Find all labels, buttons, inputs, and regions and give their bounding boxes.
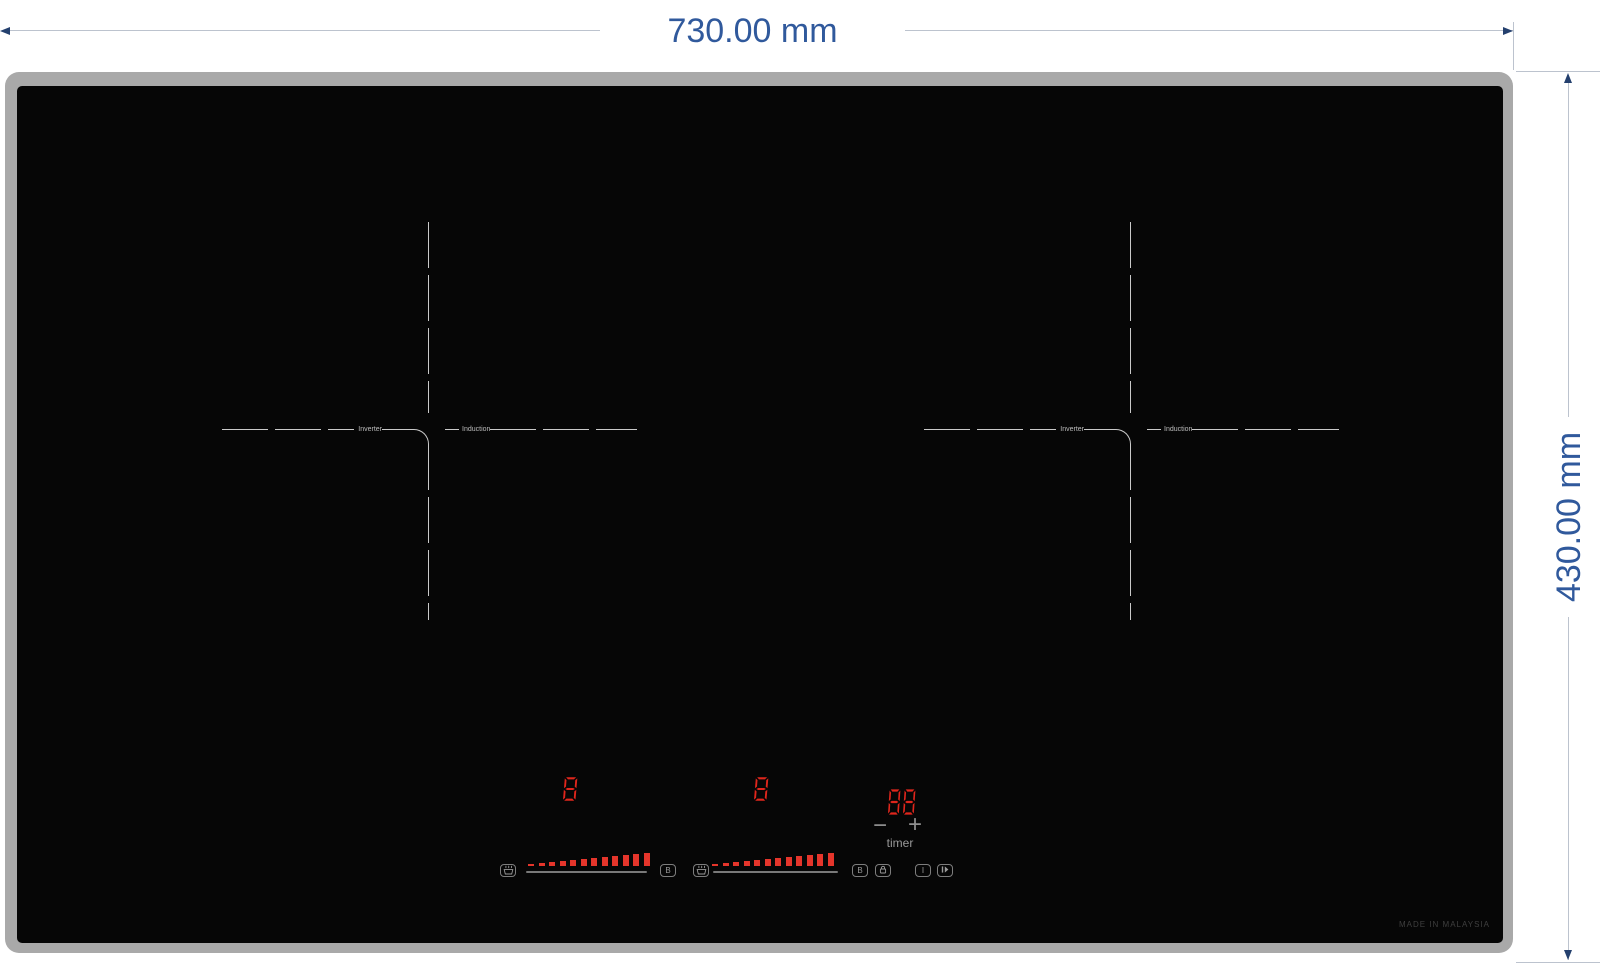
timer-plus-button[interactable]: +	[908, 813, 922, 837]
pot-icon	[696, 865, 707, 877]
power-label: I	[921, 865, 925, 875]
boost-label: B	[665, 865, 671, 875]
zone-cross-line	[1147, 429, 1161, 430]
height-dim-extension-top	[1516, 71, 1600, 72]
zone-cross-right-arm	[490, 429, 637, 430]
power-bar-segment	[764, 859, 771, 866]
boost-label: B	[857, 865, 863, 875]
power-bar-segment	[827, 853, 834, 866]
zone-cross-right-arm	[1192, 429, 1339, 430]
right-zone-power-bars	[712, 852, 834, 866]
left-zone-power-bars	[528, 852, 650, 866]
zone-cross-left-arm	[222, 429, 354, 430]
power-bar-segment	[796, 856, 802, 866]
zone-cross-bottom-arm	[1130, 444, 1131, 620]
power-bar-segment	[591, 858, 597, 866]
power-bar-segment	[580, 859, 587, 866]
child-lock-button[interactable]	[875, 864, 891, 877]
power-bar-segment	[817, 854, 823, 866]
power-bar-segment	[754, 860, 760, 866]
power-bar-segment	[712, 864, 718, 866]
power-bar-segment	[559, 861, 566, 866]
left-zone-heat-button[interactable]	[500, 864, 516, 877]
power-bar-segment	[775, 858, 781, 866]
timer-minus-button[interactable]: −	[873, 814, 887, 838]
width-dim-extension-line	[1513, 22, 1514, 70]
power-bar-segment	[785, 857, 792, 866]
power-bar-segment	[643, 853, 650, 866]
power-bar-segment	[601, 857, 608, 866]
power-bar-segment	[722, 863, 729, 866]
left-zone-power-display	[563, 776, 578, 802]
product-drawing: 730.00 mm 430.00 mm Inverter Induction I…	[0, 0, 1600, 968]
power-bar-segment	[538, 863, 545, 866]
zone-cross-line	[382, 429, 414, 430]
made-in-label: MADE IN MALAYSIA	[1399, 920, 1490, 929]
height-dim-extension-bottom	[1516, 962, 1600, 963]
power-bar-segment	[622, 855, 629, 866]
power-bar-segment	[549, 862, 555, 866]
zone-cross-line	[445, 429, 459, 430]
right-zone-heat-button[interactable]	[693, 864, 709, 877]
power-bar-segment	[806, 855, 813, 866]
zone-label-inverter: Inverter	[358, 426, 382, 433]
width-dim-arrow-left	[0, 27, 10, 35]
width-dimension-label: 730.00 mm	[600, 11, 905, 51]
lock-icon	[878, 865, 888, 876]
pause-play-icon	[940, 865, 950, 876]
timer-label: timer	[886, 836, 914, 850]
right-zone-power-display	[754, 776, 769, 802]
height-dimension-label: 430.00 mm	[1549, 417, 1589, 617]
zone-cross-left-arm	[924, 429, 1056, 430]
power-bar-segment	[733, 862, 739, 866]
power-on-off-button[interactable]: I	[915, 864, 931, 877]
power-bar-segment	[743, 861, 750, 866]
power-bar-segment	[528, 864, 534, 866]
zone-cross-top-arm	[1130, 222, 1131, 413]
width-dim-arrow-right	[1503, 27, 1513, 35]
cooktop-glass-surface	[17, 86, 1503, 943]
left-zone-boost-button[interactable]: B	[660, 864, 676, 877]
zone-cross-bottom-arm	[428, 444, 429, 620]
right-zone-power-slider[interactable]	[713, 871, 838, 873]
right-zone-boost-button[interactable]: B	[852, 864, 868, 877]
zone-cross-top-arm	[428, 222, 429, 413]
zone-cross-line	[1084, 429, 1116, 430]
height-dim-arrow-bottom	[1564, 950, 1572, 960]
power-bar-segment	[612, 856, 618, 866]
power-bar-segment	[570, 860, 576, 866]
left-zone-power-slider[interactable]	[526, 871, 647, 873]
height-dim-arrow-top	[1564, 73, 1572, 83]
pause-button[interactable]	[937, 864, 953, 877]
power-bar-segment	[633, 854, 639, 866]
zone-label-inverter: Inverter	[1060, 426, 1084, 433]
pot-icon	[503, 865, 514, 877]
